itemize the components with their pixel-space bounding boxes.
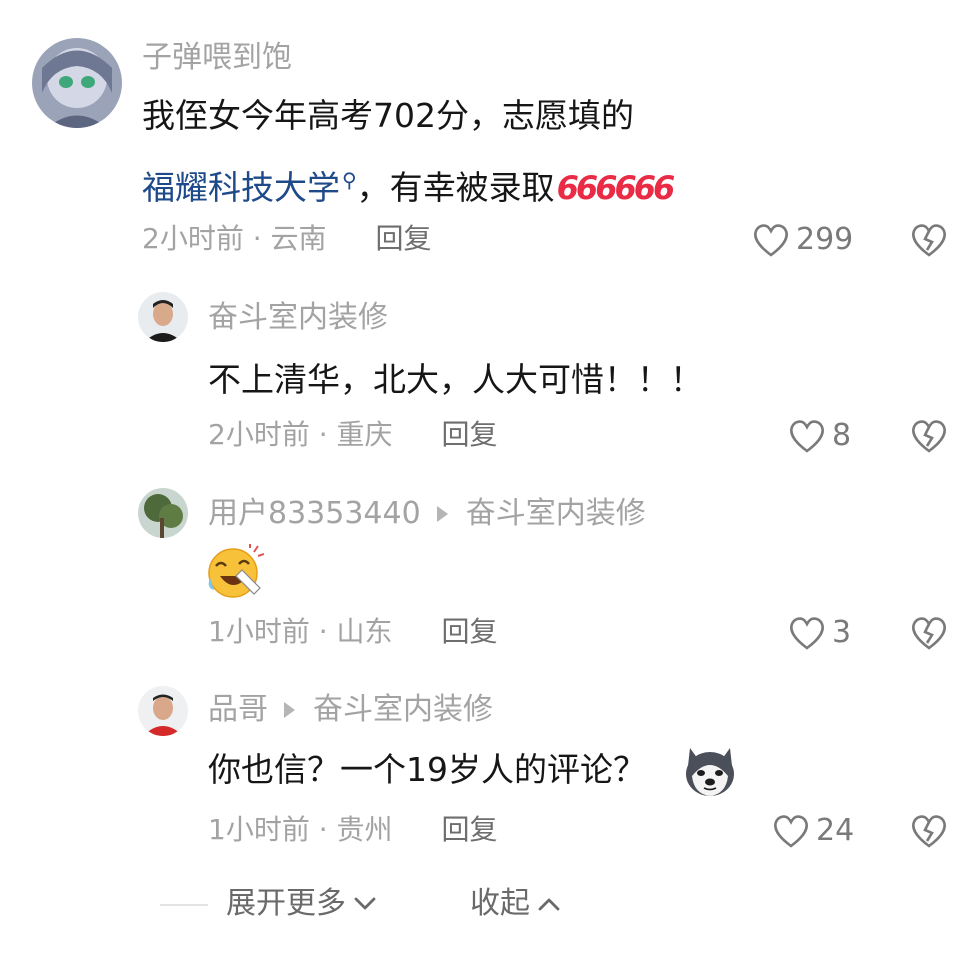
like-count: 3 (832, 615, 852, 650)
reply-to-username[interactable]: 奋斗室内装修 (466, 496, 646, 531)
heart-icon (790, 617, 824, 650)
like-button[interactable]: 8 (788, 418, 851, 454)
comment-time: 1小时前 (208, 813, 310, 846)
crying-laughing-emoji (208, 544, 264, 598)
six-six-six-emoji: 666666 (556, 169, 676, 207)
meta-separator: · (318, 418, 328, 451)
comment-thread: 子弹喂到饱 我侄女今年高考702分，志愿填的 福耀科技大学 ⚲，有幸被录取6666… (0, 0, 974, 974)
reply-button[interactable]: 回复 (441, 813, 497, 846)
heart-icon (774, 815, 808, 848)
comment-time: 2小时前 (142, 222, 244, 255)
reply-to-username[interactable]: 奋斗室内装修 (313, 692, 493, 727)
comment-time: 1小时前 (208, 615, 310, 648)
collapse-button[interactable]: 收起 (470, 884, 560, 924)
reply-button[interactable]: 回复 (441, 615, 497, 648)
comment-location: 贵州 (336, 813, 393, 846)
like-count: 299 (796, 222, 854, 257)
reply-arrow-icon (436, 505, 448, 522)
school-link[interactable]: 福耀科技大学 ⚲ (142, 168, 357, 207)
comment-text: 我侄女今年高考702分，志愿填的 (142, 96, 634, 135)
broken-heart-icon[interactable] (910, 813, 948, 849)
chevron-down-icon (354, 897, 376, 910)
comment-meta: 2小时前 · 重庆 回复 (208, 418, 497, 452)
divider-line (160, 904, 208, 906)
expand-more-label: 展开更多 (226, 886, 346, 921)
comment-username[interactable]: 品哥 奋斗室内装修 (208, 692, 493, 728)
avatar[interactable] (138, 292, 188, 342)
husky-dog-emoji (686, 748, 734, 796)
like-button[interactable]: 299 (752, 222, 853, 258)
collapse-label: 收起 (470, 886, 530, 921)
like-button[interactable]: 24 (772, 813, 854, 849)
search-icon: ⚲ (342, 168, 357, 192)
avatar[interactable] (32, 38, 122, 128)
meta-separator: · (318, 615, 328, 648)
heart-icon (754, 224, 788, 257)
chevron-up-icon (538, 898, 560, 911)
broken-heart-icon[interactable] (910, 615, 948, 651)
avatar[interactable] (138, 686, 188, 736)
comment-meta: 1小时前 · 山东 回复 (208, 615, 497, 649)
expand-more-button[interactable]: 展开更多 (226, 884, 376, 924)
comment-meta: 2小时前 · 云南 回复 (142, 222, 431, 256)
meta-separator: · (252, 222, 262, 255)
comment-location: 重庆 (336, 418, 393, 451)
comment-meta: 1小时前 · 贵州 回复 (208, 813, 497, 847)
reply-button[interactable]: 回复 (375, 222, 431, 255)
comment-text: 不上清华，北大，人大可惜！！！ (208, 360, 703, 399)
comment-username[interactable]: 子弹喂到饱 (142, 40, 292, 76)
heart-icon (790, 420, 824, 453)
meta-separator: · (318, 813, 328, 846)
broken-heart-icon[interactable] (910, 222, 948, 258)
comment-text-line2: 福耀科技大学 ⚲，有幸被录取666666 (142, 168, 676, 207)
comment-username[interactable]: 用户83353440 奋斗室内装修 (208, 496, 646, 532)
like-count: 24 (816, 813, 855, 848)
reply-button[interactable]: 回复 (441, 418, 497, 451)
like-button[interactable]: 3 (788, 615, 851, 651)
like-count: 8 (832, 418, 852, 453)
comment-location: 云南 (270, 222, 327, 255)
comment-text: 你也信？一个19岁人的评论？ (208, 750, 646, 789)
comment-username-text[interactable]: 品哥 (208, 692, 268, 727)
comment-time: 2小时前 (208, 418, 310, 451)
broken-heart-icon[interactable] (910, 418, 948, 454)
comment-location: 山东 (336, 615, 393, 648)
avatar[interactable] (138, 488, 188, 538)
reply-arrow-icon (284, 701, 295, 718)
comment-username[interactable]: 奋斗室内装修 (208, 300, 388, 336)
comment-username-text[interactable]: 用户83353440 (208, 496, 421, 531)
